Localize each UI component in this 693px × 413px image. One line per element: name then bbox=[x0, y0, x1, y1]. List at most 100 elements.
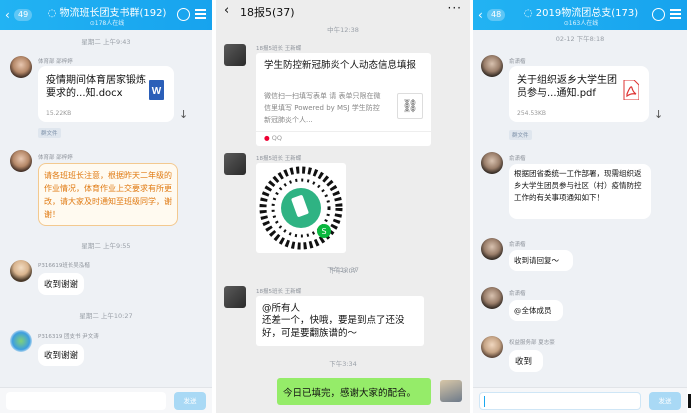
message-text: 收到请回复～ bbox=[514, 256, 559, 265]
unread-count: 48 bbox=[487, 9, 506, 21]
chat-title: ◌ 2019物流团总支(173) bbox=[523, 8, 639, 19]
timestamp: 下午3:07 bbox=[329, 267, 357, 275]
back-button[interactable]: ‹ 48 bbox=[478, 7, 510, 23]
sender-name: 18报5班长 王新蝶 bbox=[256, 46, 302, 52]
file-message[interactable]: 关于组织返乡大学生团员参与...通知.pdf 254.53KB bbox=[509, 66, 649, 122]
online-count: ⊙163人在线 bbox=[563, 20, 599, 27]
my-avatar[interactable] bbox=[440, 380, 462, 402]
text-message[interactable]: 根据团省委统一工作部署，现需组织返乡大学生团员参与社区（村）疫情防控工作的有关事… bbox=[509, 164, 651, 219]
more-icon[interactable]: ··· bbox=[448, 1, 462, 15]
send-button[interactable]: 发送 bbox=[649, 392, 681, 410]
avatar[interactable] bbox=[10, 260, 32, 282]
chat-title: ◌ 物流班长团支书群(192) bbox=[47, 8, 167, 19]
qq-chat-window-1: ‹ 49 ◌ 物流班长团支书群(192) ⊙178人在线 星期二 上午9:43 … bbox=[0, 0, 212, 413]
my-text-message[interactable]: 今日已填完，感谢大家的配合。 bbox=[277, 378, 431, 405]
sender-name: P316319 团支书 尹文涛 bbox=[38, 334, 99, 340]
sender-name: 体育部 邵梓婷 bbox=[38, 59, 73, 65]
file-size: 15.22KB bbox=[46, 110, 72, 117]
qr-code-image[interactable]: S bbox=[256, 163, 346, 253]
card-source: ● QQ bbox=[264, 134, 282, 142]
qq-penguin-icon: ● bbox=[264, 134, 270, 142]
group-file-tag: 群文件 bbox=[38, 128, 61, 138]
back-button[interactable]: ‹ 49 bbox=[5, 7, 37, 23]
sender-name: 俞潇楷 bbox=[509, 291, 526, 297]
send-button[interactable]: 发送 bbox=[174, 392, 206, 410]
download-icon[interactable]: ↓ bbox=[654, 108, 663, 121]
avatar[interactable] bbox=[481, 152, 503, 174]
text-message[interactable]: 收到请回复～ bbox=[509, 250, 573, 271]
chat-header: ‹ 48 ◌ 2019物流团总支(173) ⊙163人在线 bbox=[473, 0, 687, 30]
input-bar: 发送 bbox=[0, 387, 212, 413]
avatar[interactable] bbox=[481, 238, 503, 260]
avatar[interactable] bbox=[10, 56, 32, 78]
group-apps-icon[interactable] bbox=[652, 8, 665, 21]
message-text: 还差一个，快哦，要是到点了还没好，可是要翻族谱的～ bbox=[262, 315, 405, 339]
message-input[interactable] bbox=[479, 392, 641, 410]
message-text: 收到谢谢 bbox=[44, 280, 79, 290]
sender-name: 俞潇楷 bbox=[509, 59, 526, 65]
svg-text:S: S bbox=[321, 227, 326, 236]
timestamp: 下午3:34 bbox=[329, 360, 357, 368]
menu-icon[interactable] bbox=[195, 8, 206, 20]
timestamp: 星期二 上午9:55 bbox=[81, 242, 131, 250]
chat-header: ‹ 18报5(37) ··· bbox=[216, 0, 470, 22]
message-text: 根据团省委统一工作部署，现需组织返乡大学生团员参与社区（村）疫情防控工作的有关事… bbox=[514, 169, 642, 202]
avatar[interactable] bbox=[224, 286, 246, 308]
avatar[interactable] bbox=[481, 287, 503, 309]
avatar[interactable] bbox=[481, 336, 503, 358]
qq-chat-window-2: ‹ 48 ◌ 2019物流团总支(173) ⊙163人在线 02-12 下午8:… bbox=[473, 0, 687, 413]
back-chevron-icon[interactable]: ‹ bbox=[224, 3, 229, 18]
svg-text:W: W bbox=[152, 86, 162, 97]
message-text: 今日已填完，感谢大家的配合。 bbox=[283, 388, 417, 399]
input-bar: 发送 bbox=[473, 387, 687, 413]
download-icon[interactable]: ↓ bbox=[179, 108, 188, 121]
file-message[interactable]: 疫情期间体育居家锻炼要求的...知.docx 15.22KB W bbox=[38, 66, 174, 122]
message-text: 收到 bbox=[515, 357, 533, 367]
chat-title: 18报5(37) bbox=[240, 6, 295, 19]
link-icon: ⛓ bbox=[397, 93, 423, 119]
notice-message[interactable]: 请各班班长注意，根据昨天二年级的作业情况，体育作业上交要求有所更改，请大家及时通… bbox=[38, 163, 178, 226]
link-card[interactable]: 学生防控新冠肺炎个人动态信息填报 微信扫一扫填写表单 请 表单只限在微信里填写 … bbox=[256, 53, 431, 146]
timestamp: 中午12:38 bbox=[327, 26, 359, 34]
sender-name: 俞潇楷 bbox=[509, 156, 526, 162]
message-input[interactable] bbox=[6, 392, 166, 410]
file-name: 关于组织返乡大学生团员参与...通知.pdf bbox=[517, 75, 617, 99]
cursor-mark bbox=[688, 394, 691, 408]
sender-name: 体育部 邵梓婷 bbox=[38, 155, 73, 161]
message-text: @全体成员 bbox=[514, 306, 552, 315]
menu-icon[interactable] bbox=[670, 8, 681, 20]
avatar[interactable] bbox=[10, 150, 32, 172]
group-apps-icon[interactable] bbox=[177, 8, 190, 21]
group-file-tag: 群文件 bbox=[509, 130, 532, 140]
chevron-left-icon: ‹ bbox=[478, 8, 483, 22]
unread-count: 49 bbox=[14, 9, 33, 21]
mini-program-code-icon: S bbox=[259, 166, 343, 250]
online-count: ⊙178人在线 bbox=[89, 20, 125, 27]
card-title: 学生防控新冠肺炎个人动态信息填报 bbox=[264, 60, 417, 71]
file-size: 254.53KB bbox=[517, 110, 547, 117]
mention-line: @所有人 bbox=[262, 303, 301, 314]
chevron-left-icon: ‹ bbox=[5, 8, 10, 22]
file-name: 疫情期间体育居家锻炼要求的...知.docx bbox=[46, 75, 146, 99]
avatar[interactable] bbox=[224, 153, 246, 175]
text-cursor bbox=[484, 396, 485, 407]
text-message[interactable]: @所有人 还差一个，快哦，要是到点了还没好，可是要翻族谱的～ bbox=[256, 296, 424, 346]
text-message[interactable]: 收到谢谢 bbox=[38, 344, 84, 366]
sender-name: 俞潇楷 bbox=[509, 242, 526, 248]
card-description: 微信扫一扫填写表单 请 表单只限在微信里填写 Powered by MSJ 学生… bbox=[264, 92, 381, 124]
sender-name: 18报5班长 王新蝶 bbox=[256, 156, 302, 162]
text-message[interactable]: 收到 bbox=[509, 350, 543, 372]
message-text: 请各班班长注意，根据昨天二年级的作业情况，体育作业上交要求有所更改，请大家及时通… bbox=[44, 171, 172, 219]
sender-name: P316619班长吴泓楷 bbox=[38, 263, 90, 269]
timestamp: 星期二 上午9:43 bbox=[81, 38, 131, 46]
text-message[interactable]: 收到谢谢 bbox=[38, 273, 84, 295]
message-text: 收到谢谢 bbox=[44, 351, 79, 361]
avatar[interactable] bbox=[10, 330, 32, 352]
avatar[interactable] bbox=[481, 55, 503, 77]
sender-name: 18报5班长 王新蝶 bbox=[256, 289, 302, 295]
avatar[interactable] bbox=[224, 44, 246, 66]
text-message[interactable]: @全体成员 bbox=[509, 300, 563, 321]
timestamp: 星期二 上午10:27 bbox=[79, 312, 133, 320]
timestamp: 02-12 下午8:18 bbox=[555, 35, 605, 43]
word-doc-icon: W bbox=[149, 80, 164, 100]
